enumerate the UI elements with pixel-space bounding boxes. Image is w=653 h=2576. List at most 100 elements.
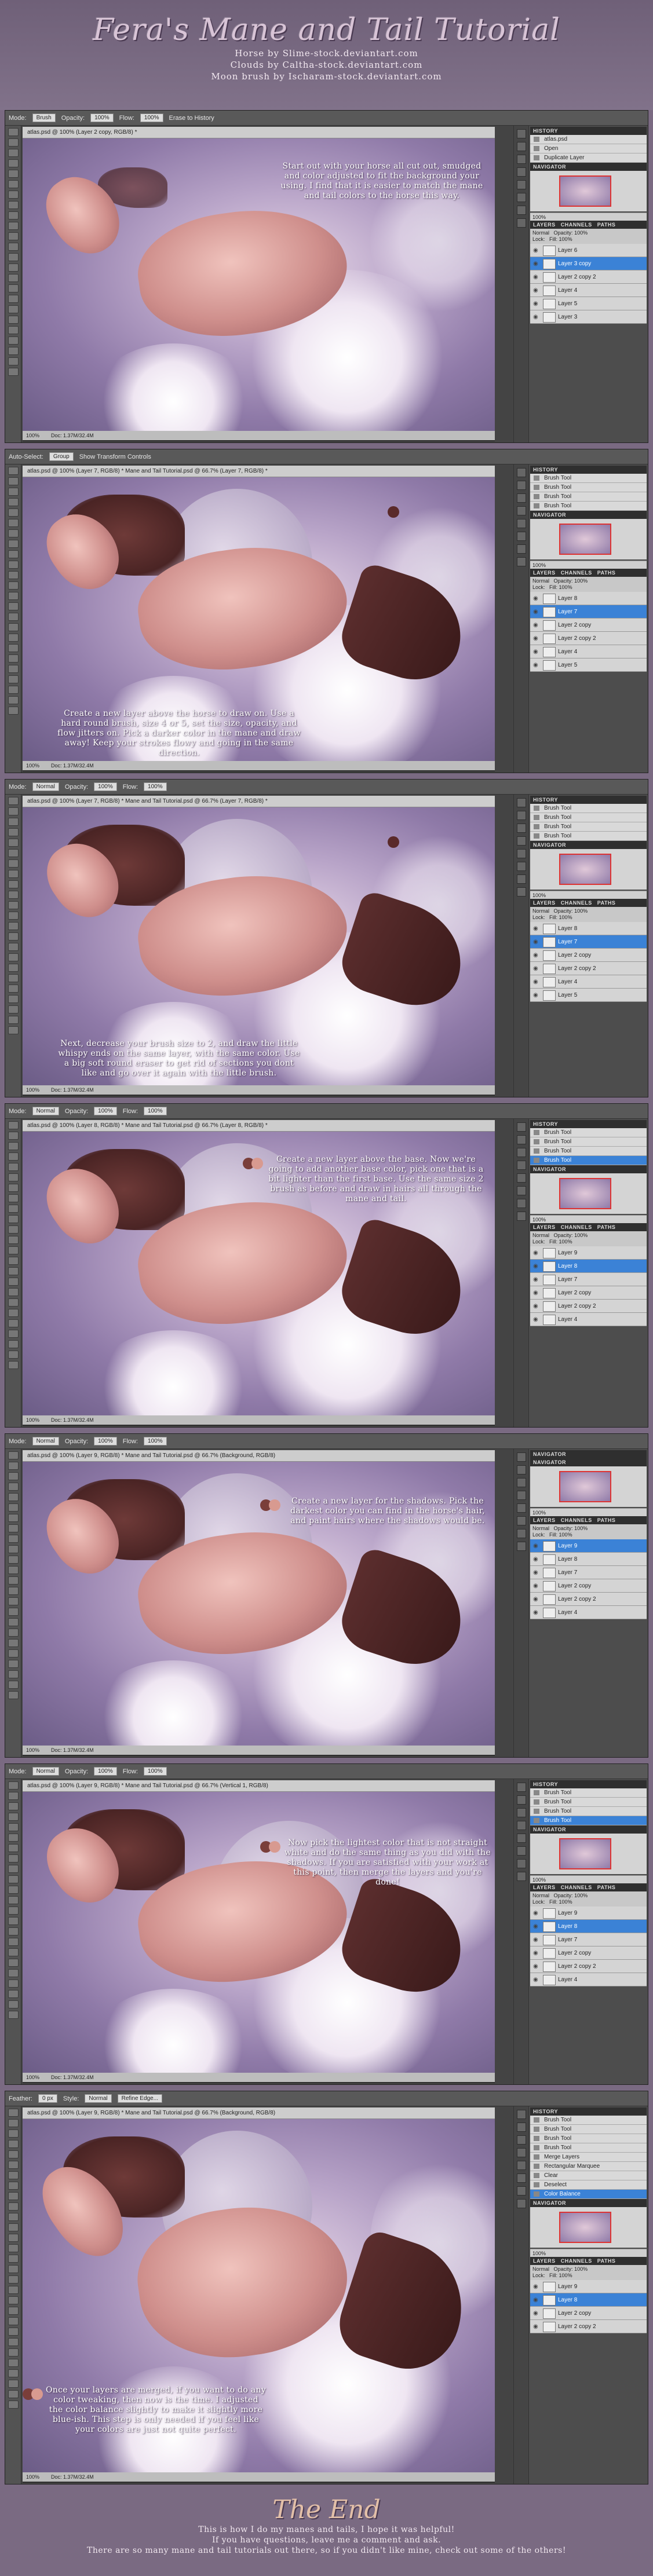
history-item[interactable]: Open <box>530 144 647 153</box>
tool-icon[interactable] <box>8 2119 19 2127</box>
layer-row[interactable]: Layer 9 <box>530 1539 647 1553</box>
tool-icon[interactable] <box>8 839 19 847</box>
blend-mode[interactable]: Normal <box>532 1893 549 1898</box>
panel-dock-icon[interactable] <box>516 2186 526 2196</box>
tool-icon[interactable] <box>8 2328 19 2336</box>
panel-dock-icon[interactable] <box>516 2123 526 2132</box>
tool-icon[interactable] <box>8 1132 19 1140</box>
tool-icon[interactable] <box>8 1152 19 1161</box>
navigator-zoom[interactable]: 100% <box>530 2249 647 2257</box>
navigator-panel-title[interactable]: NAVIGATOR <box>530 163 647 171</box>
tool-icon[interactable] <box>8 2317 19 2325</box>
option-item[interactable]: 100% <box>94 1437 117 1446</box>
tool-icon[interactable] <box>8 368 19 376</box>
tool-icon[interactable] <box>8 1535 19 1543</box>
panel-dock-icon[interactable] <box>516 1491 526 1500</box>
tool-icon[interactable] <box>8 1184 19 1192</box>
tool-icon[interactable] <box>8 675 19 683</box>
tool-icon[interactable] <box>8 2369 19 2377</box>
opacity-value[interactable]: 100% <box>574 908 588 914</box>
panel-dock-icon[interactable] <box>516 2161 526 2170</box>
panel-dock-icon[interactable] <box>516 849 526 858</box>
tool-icon[interactable] <box>8 540 19 548</box>
tool-icon[interactable] <box>8 191 19 199</box>
tool-icon[interactable] <box>8 529 19 537</box>
opacity-value[interactable]: 100% <box>574 230 588 236</box>
layer-row[interactable]: Layer 6 <box>530 244 647 257</box>
tool-icon[interactable] <box>8 807 19 815</box>
blend-mode[interactable]: Normal <box>532 908 549 914</box>
history-item[interactable]: Brush Tool <box>530 1788 647 1798</box>
layer-row[interactable]: Layer 3 <box>530 310 647 324</box>
panel-dock-icon[interactable] <box>516 1859 526 1868</box>
panel-dock-icon[interactable] <box>516 1122 526 1132</box>
tool-icon[interactable] <box>8 561 19 569</box>
panel-dock-icon[interactable] <box>516 1173 526 1183</box>
navigator-panel-title[interactable]: NAVIGATOR <box>530 1458 647 1466</box>
history-panel-title[interactable]: HISTORY <box>530 796 647 804</box>
history-item[interactable]: Duplicate Layer <box>530 153 647 163</box>
tool-icon[interactable] <box>8 1288 19 1296</box>
navigator-panel-title[interactable]: NAVIGATOR <box>530 841 647 849</box>
tool-icon[interactable] <box>8 901 19 909</box>
layer-row[interactable]: Layer 7 <box>530 605 647 619</box>
layer-row[interactable]: Layer 5 <box>530 297 647 310</box>
panel-dock-icon[interactable] <box>516 1135 526 1144</box>
tool-icon[interactable] <box>8 1691 19 1699</box>
layer-row[interactable]: Layer 9 <box>530 1907 647 1920</box>
tool-icon[interactable] <box>8 2380 19 2388</box>
tool-icon[interactable] <box>8 1649 19 1657</box>
document-tab[interactable]: atlas.psd @ 100% (Layer 7, RGB/8) * Mane… <box>23 796 495 807</box>
tool-icon[interactable] <box>8 1979 19 1988</box>
layer-row[interactable]: Layer 2 copy 2 <box>530 632 647 645</box>
tool-icon[interactable] <box>8 336 19 345</box>
tool-icon[interactable] <box>8 634 19 642</box>
option-item[interactable]: 0 px <box>38 2094 57 2103</box>
tool-icon[interactable] <box>8 1927 19 1935</box>
tool-icon[interactable] <box>8 1309 19 1317</box>
panel-dock-icon[interactable] <box>516 468 526 477</box>
tool-icon[interactable] <box>8 477 19 485</box>
tool-icon[interactable] <box>8 159 19 167</box>
layer-row[interactable]: Layer 2 copy 2 <box>530 1300 647 1313</box>
tool-icon[interactable] <box>8 1576 19 1585</box>
tool-icon[interactable] <box>8 519 19 527</box>
tool-icon[interactable] <box>8 1257 19 1265</box>
tool-icon[interactable] <box>8 2011 19 2019</box>
panel-dock-icon[interactable] <box>516 1516 526 1525</box>
tool-icon[interactable] <box>8 508 19 517</box>
tool-icon[interactable] <box>8 2390 19 2398</box>
tool-icon[interactable] <box>8 1792 19 1800</box>
canvas-artwork[interactable]: Once your layers are merged, if you want… <box>23 2119 495 2472</box>
history-item[interactable]: Brush Tool <box>530 2116 647 2125</box>
history-item[interactable]: Brush Tool <box>530 1798 647 1807</box>
tool-icon[interactable] <box>8 665 19 673</box>
tool-icon[interactable] <box>8 1896 19 1904</box>
tool-icon[interactable] <box>8 613 19 621</box>
tool-icon[interactable] <box>8 922 19 930</box>
navigator-thumbnail[interactable] <box>559 854 611 885</box>
tool-icon[interactable] <box>8 2109 19 2117</box>
tool-icon[interactable] <box>8 995 19 1003</box>
opacity-value[interactable]: 100% <box>574 1525 588 1531</box>
tool-icon[interactable] <box>8 128 19 136</box>
canvas-artwork[interactable]: Now pick the lightest color that is not … <box>23 1792 495 2073</box>
blend-mode[interactable]: Normal <box>532 578 549 584</box>
panel-dock-icon[interactable] <box>516 836 526 846</box>
tool-icon[interactable] <box>8 2401 19 2409</box>
panel-dock-icon[interactable] <box>516 180 526 189</box>
panel-dock-icon[interactable] <box>516 481 526 490</box>
layer-row[interactable]: Layer 4 <box>530 1313 647 1326</box>
tool-icon[interactable] <box>8 1503 19 1512</box>
layer-row[interactable]: Layer 2 copy <box>530 2307 647 2320</box>
navigator-thumbnail[interactable] <box>559 1471 611 1502</box>
opacity-value[interactable]: 100% <box>574 1893 588 1898</box>
tool-icon[interactable] <box>8 2244 19 2252</box>
tool-icon[interactable] <box>8 943 19 951</box>
tool-icon[interactable] <box>8 686 19 694</box>
layer-row[interactable]: Layer 3 copy <box>530 257 647 270</box>
history-item[interactable]: Brush Tool <box>530 1816 647 1825</box>
tool-icon[interactable] <box>8 2161 19 2169</box>
tool-icon[interactable] <box>8 1493 19 1501</box>
tool-icon[interactable] <box>8 1142 19 1150</box>
